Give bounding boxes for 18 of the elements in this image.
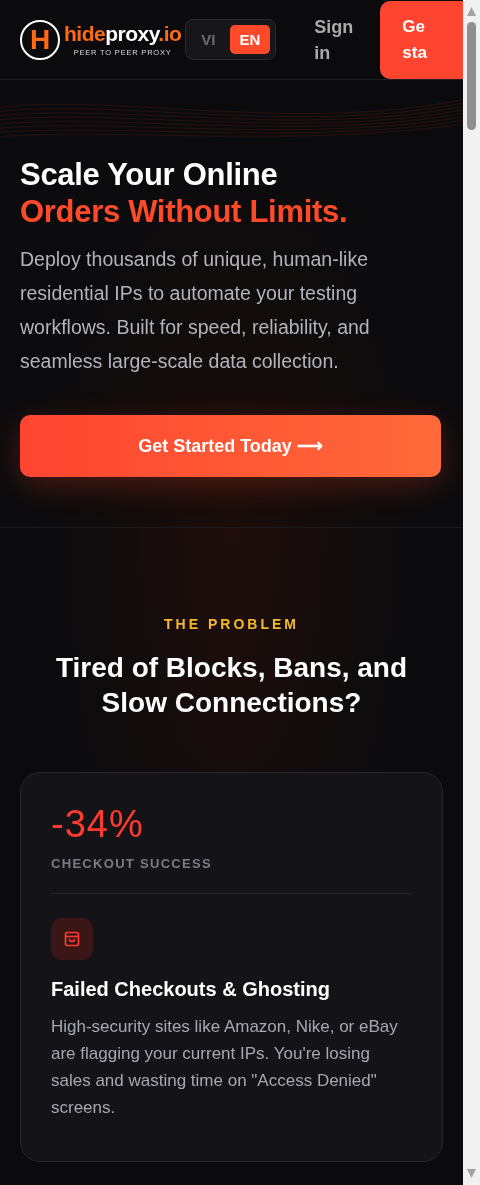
hero-title: Orders Without Limits. (20, 193, 349, 230)
get-started-button[interactable]: Ge sta (380, 0, 463, 79)
stat-value: -34% (51, 803, 145, 846)
hero-description: Deploy thousands of unique, human-like residential IPs to automate your testing workflows. Built for speed, reliability, and seamless large-scale data collection. (20, 247, 371, 374)
language-option[interactable]: VI (191, 25, 226, 54)
card-title: Failed Checkouts & Ghosting (51, 978, 331, 1001)
section-heading: Tired of Blocks, Bans, and Slow Connections? (54, 651, 409, 720)
scrollbar[interactable] (463, 0, 480, 1185)
get-started-button[interactable]: Get Started Today ⟶ (20, 415, 441, 477)
logo-mark: H (20, 19, 60, 60)
stat-label: CHECKOUT SUCCESS (51, 856, 213, 871)
card-description: High-security sites like Amazon, Nike, or eBay are flagging your current IPs. You're losing sales and wasting time on "Access Denied" screens. (51, 1016, 399, 1119)
language-option[interactable]: EN (229, 25, 271, 54)
section-eyebrow: THE PROBLEM (163, 616, 300, 632)
bag-icon (51, 918, 93, 960)
sign-in-link[interactable]: Sign in (314, 13, 354, 66)
logo-wordmark: hideproxy.io (64, 22, 182, 46)
hero-title: Scale Your Online (20, 156, 279, 193)
